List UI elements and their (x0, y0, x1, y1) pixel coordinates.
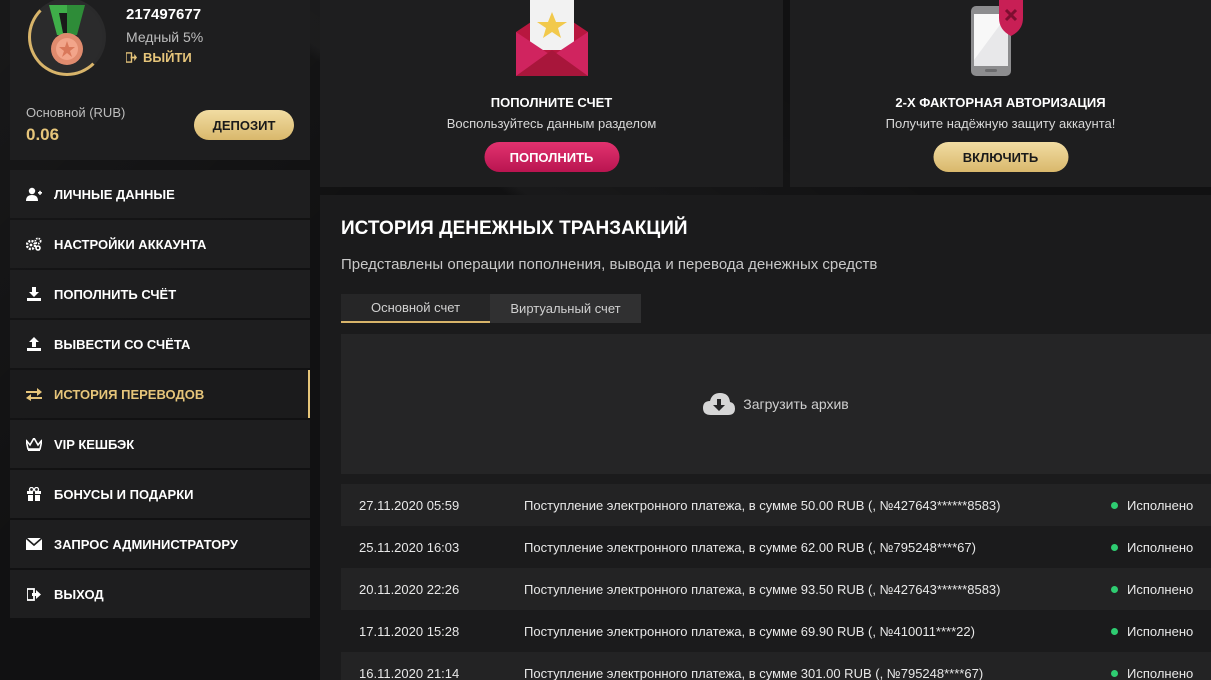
sidebar-item-withdraw[interactable]: ВЫВЕСТИ СО СЧЁТА (10, 320, 310, 368)
sidebar-item-label: ВЫХОД (54, 586, 104, 602)
two-factor-card-subtitle: Получите надёжную защиту аккаунта! (885, 116, 1116, 131)
envelope-star-icon (515, 0, 588, 76)
transaction-status: Исполнено (1127, 497, 1194, 513)
download-archive-button[interactable]: Загрузить архив (341, 334, 1211, 474)
enable-2fa-button[interactable]: ВКЛЮЧИТЬ (933, 142, 1068, 172)
logout-label: ВЫЙТИ (143, 50, 192, 65)
transfer-arrows-icon (26, 386, 42, 402)
sidebar-item-label: БОНУСЫ И ПОДАРКИ (54, 486, 194, 502)
profile-panel: 217497677 Медный 5% ВЫЙТИ Основной (RUB)… (10, 0, 310, 160)
transaction-description: Поступление электронного платежа, в сумм… (524, 539, 976, 555)
sidebar-item-exit[interactable]: ВЫХОД (10, 570, 310, 618)
transaction-status: Исполнено (1127, 623, 1194, 639)
status-badge: Исполнено (1111, 582, 1193, 597)
transaction-status: Исполнено (1127, 665, 1194, 680)
user-level: Медный 5% (126, 29, 204, 45)
transaction-status: Исполнено (1127, 539, 1194, 555)
transaction-date: 17.11.2020 15:28 (359, 623, 460, 639)
phone-shield-icon (970, 0, 1023, 76)
transaction-date: 20.11.2020 22:26 (359, 581, 460, 597)
logout-icon (126, 52, 137, 63)
sidebar-menu: ЛИЧНЫЕ ДАННЫЕ НАСТРОЙКИ АККАУНТА ПОПОЛНИ… (10, 170, 310, 620)
page-description: Представлены операции пополнения, вывода… (341, 256, 878, 273)
topup-card-title: ПОПОЛНИТЕ СЧЕТ (490, 95, 613, 110)
table-row: 27.11.2020 05:59 Поступление электронног… (341, 484, 1211, 526)
status-dot-icon (1111, 501, 1118, 509)
sidebar-item-account-settings[interactable]: НАСТРОЙКИ АККАУНТА (10, 220, 310, 268)
logout-icon (26, 586, 42, 602)
status-dot-icon (1111, 585, 1118, 593)
sidebar-item-label: ПОПОЛНИТЬ СЧЁТ (54, 286, 177, 302)
status-dot-icon (1111, 543, 1118, 551)
transaction-description: Поступление электронного платежа, в сумм… (524, 581, 1001, 597)
transaction-status: Исполнено (1127, 581, 1194, 597)
sidebar-item-vip-cashback[interactable]: VIP КЕШБЭК (10, 420, 310, 468)
transaction-description: Поступление электронного платежа, в сумм… (524, 497, 1001, 513)
download-icon (26, 286, 42, 302)
sidebar-item-admin-request[interactable]: ЗАПРОС АДМИНИСТРАТОРУ (10, 520, 310, 568)
user-add-icon (26, 186, 42, 202)
status-badge: Исполнено (1111, 498, 1193, 513)
page-title: ИСТОРИЯ ДЕНЕЖНЫХ ТРАНЗАКЦИЙ (341, 218, 688, 239)
sidebar-item-label: ИСТОРИЯ ПЕРЕВОДОВ (54, 386, 205, 402)
transaction-history-panel: ИСТОРИЯ ДЕНЕЖНЫХ ТРАНЗАКЦИЙ Представлены… (320, 195, 1211, 680)
cloud-download-icon (703, 393, 736, 415)
download-archive-label: Загрузить архив (743, 396, 849, 412)
tab-main-account[interactable]: Основной счет (341, 294, 490, 323)
table-row: 17.11.2020 15:28 Поступление электронног… (341, 610, 1211, 652)
avatar (28, 0, 106, 76)
transaction-description: Поступление электронного платежа, в сумм… (524, 665, 984, 680)
sidebar-item-label: ЛИЧНЫЕ ДАННЫЕ (54, 186, 175, 202)
two-factor-card: 2-Х ФАКТОРНАЯ АВТОРИЗАЦИЯ Получите надёж… (790, 0, 1211, 187)
account-tabs: Основной счет Виртуальный счет (341, 294, 641, 323)
topup-card-subtitle: Воспользуйтесь данным разделом (446, 116, 657, 131)
gears-icon (26, 236, 42, 252)
copper-medal-icon (49, 5, 85, 65)
user-id: 217497677 (126, 6, 202, 23)
balance-value: 0.06 (26, 125, 60, 144)
sidebar-item-bonuses[interactable]: БОНУСЫ И ПОДАРКИ (10, 470, 310, 518)
topup-card: ПОПОЛНИТЕ СЧЕТ Воспользуйтесь данным раз… (320, 0, 783, 187)
sidebar-item-label: VIP КЕШБЭК (54, 436, 135, 452)
balance-label: Основной (RUB) (26, 105, 126, 120)
tab-virtual-account[interactable]: Виртуальный счет (490, 294, 641, 323)
envelope-icon (26, 536, 42, 552)
table-row: 25.11.2020 16:03 Поступление электронног… (341, 526, 1211, 568)
crown-icon (26, 436, 42, 452)
sidebar-item-label: ВЫВЕСТИ СО СЧЁТА (54, 336, 191, 352)
upload-icon (26, 336, 42, 352)
sidebar-item-personal-data[interactable]: ЛИЧНЫЕ ДАННЫЕ (10, 170, 310, 218)
status-dot-icon (1111, 627, 1118, 635)
table-row: 20.11.2020 22:26 Поступление электронног… (341, 568, 1211, 610)
transaction-date: 16.11.2020 21:14 (359, 665, 460, 680)
status-badge: Исполнено (1111, 666, 1193, 680)
table-row: 16.11.2020 21:14 Поступление электронног… (341, 652, 1211, 680)
sidebar-item-transfer-history[interactable]: ИСТОРИЯ ПЕРЕВОДОВ (10, 370, 310, 418)
logout-link[interactable]: ВЫЙТИ (126, 50, 192, 65)
sidebar-item-label: ЗАПРОС АДМИНИСТРАТОРУ (54, 536, 238, 552)
transaction-description: Поступление электронного платежа, в сумм… (524, 623, 975, 639)
transaction-list: 27.11.2020 05:59 Поступление электронног… (341, 484, 1211, 680)
sidebar-item-label: НАСТРОЙКИ АККАУНТА (54, 236, 207, 252)
status-badge: Исполнено (1111, 624, 1193, 639)
sidebar-item-topup[interactable]: ПОПОЛНИТЬ СЧЁТ (10, 270, 310, 318)
status-badge: Исполнено (1111, 540, 1193, 555)
transaction-date: 25.11.2020 16:03 (359, 539, 460, 555)
topup-button[interactable]: ПОПОЛНИТЬ (484, 142, 619, 172)
transaction-date: 27.11.2020 05:59 (359, 497, 460, 513)
two-factor-card-title: 2-Х ФАКТОРНАЯ АВТОРИЗАЦИЯ (895, 95, 1106, 110)
status-dot-icon (1111, 669, 1118, 677)
gift-icon (26, 486, 42, 502)
deposit-button[interactable]: ДЕПОЗИТ (194, 110, 294, 140)
